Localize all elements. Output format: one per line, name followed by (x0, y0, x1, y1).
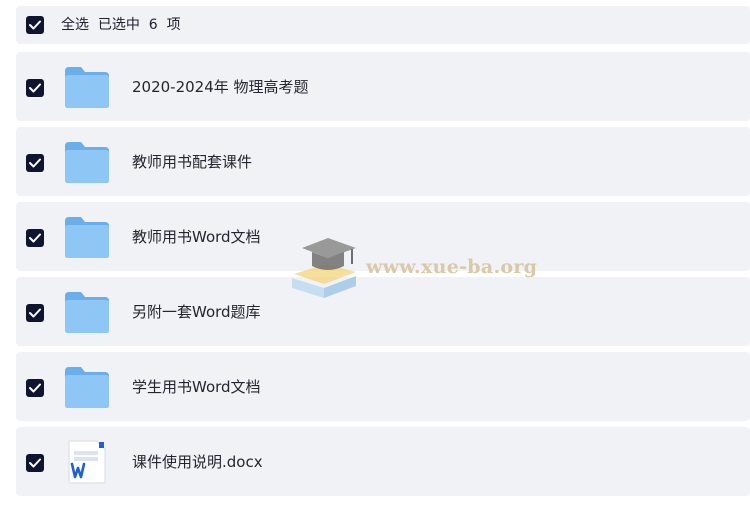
file-row[interactable]: 学生用书Word文档 (16, 352, 750, 421)
select-all-label: 全选 已选中 6 项 (61, 17, 181, 33)
select-all-bar: 全选 已选中 6 项 (16, 6, 750, 44)
folder-icon (65, 292, 109, 333)
file-name[interactable]: 学生用书Word文档 (132, 376, 261, 398)
row-checkbox[interactable] (26, 379, 44, 397)
file-name[interactable]: 另附一套Word题库 (132, 301, 261, 323)
folder-icon (65, 367, 109, 408)
word-doc-icon (68, 440, 106, 484)
row-checkbox[interactable] (26, 304, 44, 322)
folder-icon (65, 67, 109, 108)
folder-icon (65, 142, 109, 183)
file-row[interactable]: 教师用书配套课件 (16, 127, 750, 196)
select-all-checkbox[interactable] (26, 16, 44, 34)
file-name[interactable]: 课件使用说明.docx (132, 451, 263, 473)
file-list-page: 全选 已选中 6 项 2020-2024年 物理高考题 教师用书配套课件 教师用… (0, 0, 750, 505)
file-name[interactable]: 2020-2024年 物理高考题 (132, 76, 309, 98)
check-icon (29, 20, 41, 30)
check-icon (29, 458, 41, 468)
file-row[interactable]: 课件使用说明.docx (16, 427, 750, 496)
check-icon (29, 83, 41, 93)
check-icon (29, 158, 41, 168)
row-checkbox[interactable] (26, 454, 44, 472)
check-icon (29, 233, 41, 243)
file-name[interactable]: 教师用书Word文档 (132, 226, 261, 248)
row-checkbox[interactable] (26, 79, 44, 97)
file-name[interactable]: 教师用书配套课件 (132, 151, 252, 173)
row-checkbox[interactable] (26, 229, 44, 247)
file-row[interactable]: 另附一套Word题库 (16, 277, 750, 346)
check-icon (29, 383, 41, 393)
check-icon (29, 308, 41, 318)
file-row[interactable]: 教师用书Word文档 (16, 202, 750, 271)
file-row[interactable]: 2020-2024年 物理高考题 (16, 52, 750, 121)
row-checkbox[interactable] (26, 154, 44, 172)
folder-icon (65, 217, 109, 258)
